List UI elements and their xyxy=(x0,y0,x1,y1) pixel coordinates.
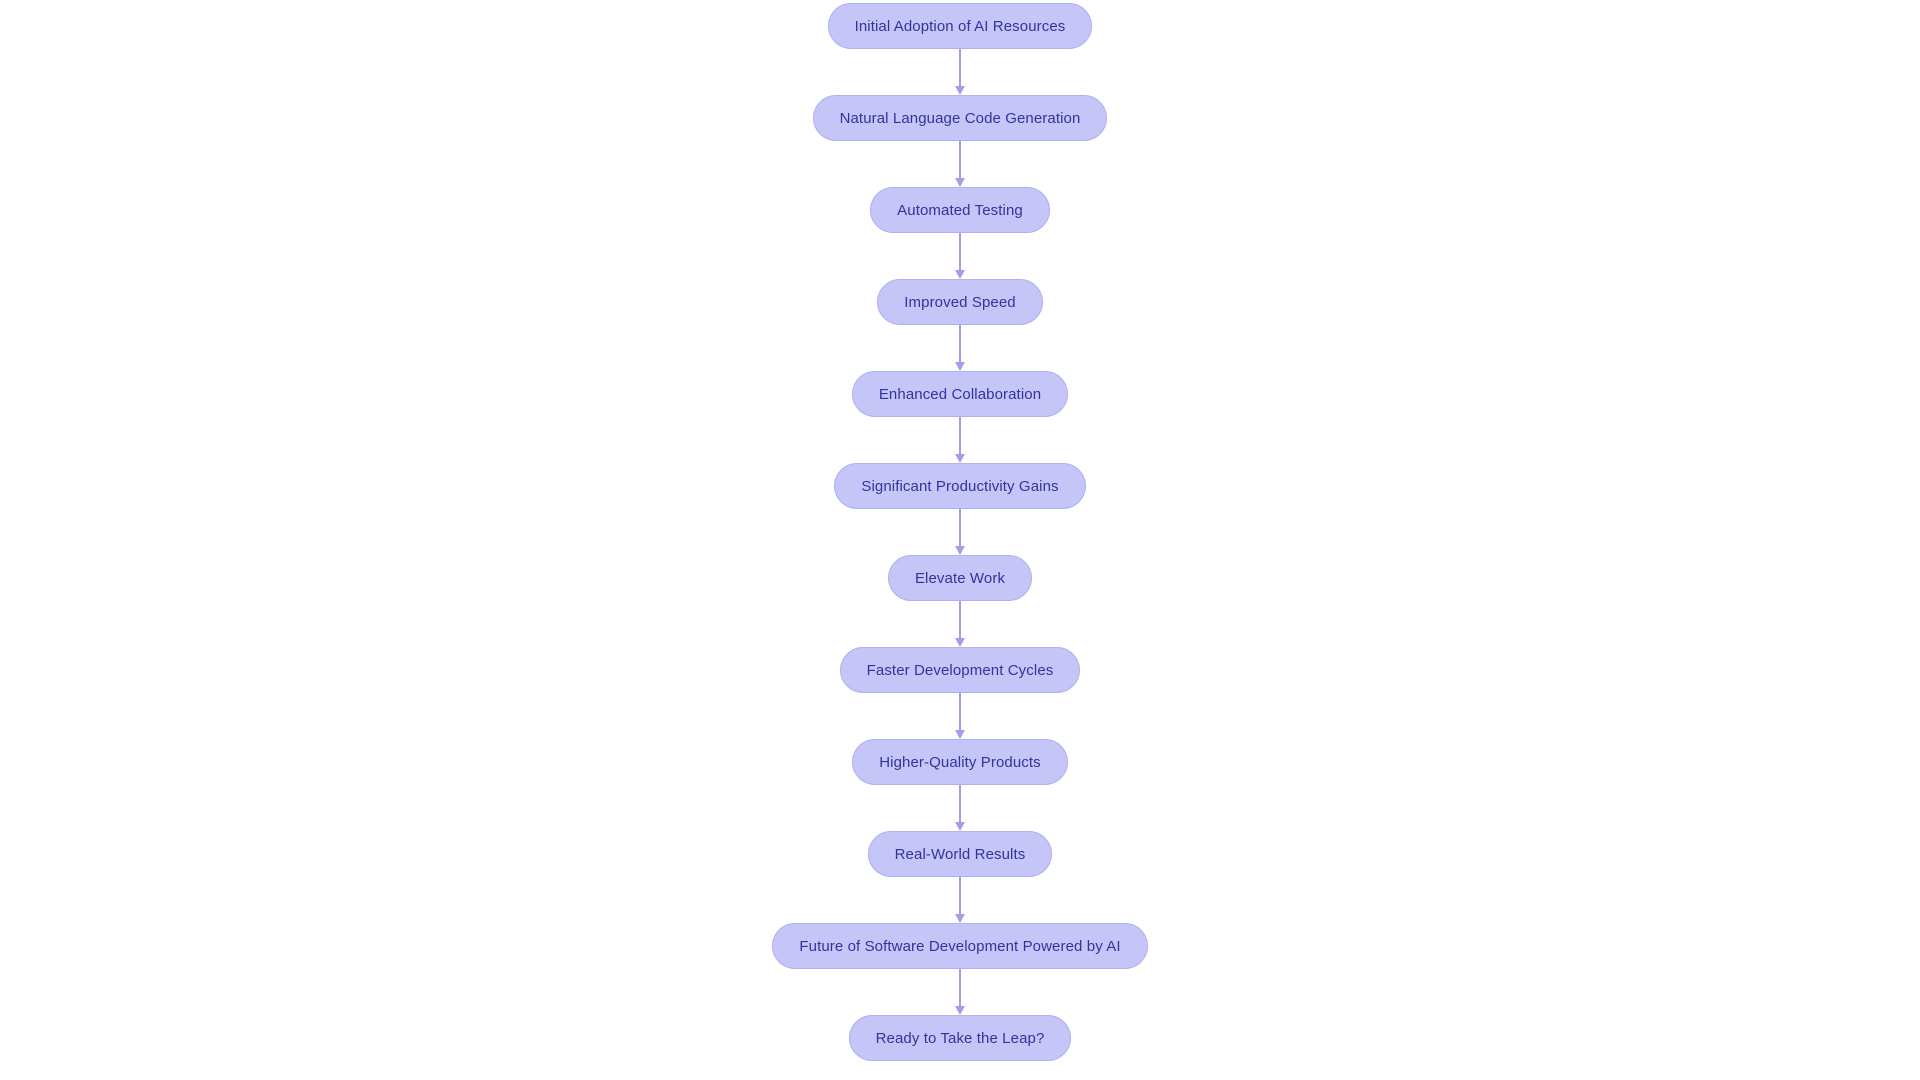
connector-line xyxy=(959,693,961,731)
connector-line xyxy=(959,141,961,179)
flow-node-label: Improved Speed xyxy=(904,293,1016,311)
flow-connector-3-to-4 xyxy=(953,233,967,279)
flow-node-label: Real-World Results xyxy=(894,845,1026,863)
arrow-head-icon xyxy=(955,362,965,371)
connector-line xyxy=(959,785,961,823)
flow-connector-11-to-12 xyxy=(953,969,967,1015)
connector-line xyxy=(959,509,961,547)
flow-node-significant-productivity-gains[interactable]: Significant Productivity Gains xyxy=(834,463,1086,509)
arrow-head-icon xyxy=(955,270,965,279)
flow-connector-6-to-7 xyxy=(953,509,967,555)
flow-node-future-of-software-development-powered-by-ai[interactable]: Future of Software Development Powered b… xyxy=(772,923,1148,969)
flowchart-canvas: Initial Adoption of AI Resources Natural… xyxy=(0,0,1920,1080)
arrow-head-icon xyxy=(955,546,965,555)
arrow-head-icon xyxy=(955,822,965,831)
flow-node-ready-to-take-the-leap[interactable]: Ready to Take the Leap? xyxy=(848,1015,1072,1061)
flow-node-natural-language-code-generation[interactable]: Natural Language Code Generation xyxy=(812,95,1108,141)
flow-node-label: Significant Productivity Gains xyxy=(861,477,1059,495)
flow-node-label: Higher-Quality Products xyxy=(879,753,1041,771)
flow-connector-7-to-8 xyxy=(953,601,967,647)
arrow-head-icon xyxy=(955,914,965,923)
flow-node-elevate-work[interactable]: Elevate Work xyxy=(887,555,1033,601)
connector-line xyxy=(959,417,961,455)
arrow-head-icon xyxy=(955,454,965,463)
flow-connector-9-to-10 xyxy=(953,785,967,831)
connector-line xyxy=(959,233,961,271)
flow-connector-2-to-3 xyxy=(953,141,967,187)
flow-node-label: Automated Testing xyxy=(897,201,1023,219)
flow-node-label: Future of Software Development Powered b… xyxy=(799,937,1121,955)
flow-node-higher-quality-products[interactable]: Higher-Quality Products xyxy=(852,739,1068,785)
flow-connector-5-to-6 xyxy=(953,417,967,463)
arrow-head-icon xyxy=(955,730,965,739)
arrow-head-icon xyxy=(955,178,965,187)
flow-node-enhanced-collaboration[interactable]: Enhanced Collaboration xyxy=(851,371,1069,417)
flow-node-label: Enhanced Collaboration xyxy=(878,385,1042,403)
flow-node-initial-adoption-of-ai-resources[interactable]: Initial Adoption of AI Resources xyxy=(827,3,1093,49)
flow-connector-4-to-5 xyxy=(953,325,967,371)
arrow-head-icon xyxy=(955,86,965,95)
flow-node-improved-speed[interactable]: Improved Speed xyxy=(877,279,1043,325)
flow-node-label: Ready to Take the Leap? xyxy=(875,1029,1045,1047)
flow-node-label: Faster Development Cycles xyxy=(866,661,1054,679)
arrow-head-icon xyxy=(955,638,965,647)
flow-node-label: Elevate Work xyxy=(914,569,1006,587)
connector-line xyxy=(959,49,961,87)
flow-connector-1-to-2 xyxy=(953,49,967,95)
connector-line xyxy=(959,969,961,1007)
connector-line xyxy=(959,601,961,639)
connector-line xyxy=(959,877,961,915)
flow-node-faster-development-cycles[interactable]: Faster Development Cycles xyxy=(839,647,1081,693)
connector-line xyxy=(959,325,961,363)
flow-node-automated-testing[interactable]: Automated Testing xyxy=(870,187,1050,233)
flowchart-node-column: Initial Adoption of AI Resources Natural… xyxy=(0,3,1920,1061)
flow-connector-10-to-11 xyxy=(953,877,967,923)
arrow-head-icon xyxy=(955,1006,965,1015)
flow-connector-8-to-9 xyxy=(953,693,967,739)
flow-node-real-world-results[interactable]: Real-World Results xyxy=(867,831,1053,877)
flow-node-label: Natural Language Code Generation xyxy=(839,109,1081,127)
flow-node-label: Initial Adoption of AI Resources xyxy=(854,17,1066,35)
